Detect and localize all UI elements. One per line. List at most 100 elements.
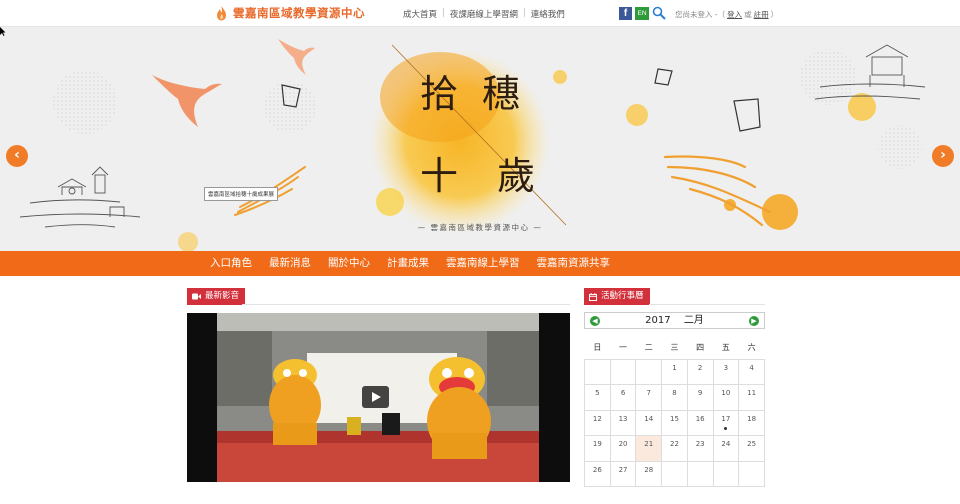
- top-nav-home[interactable]: 成大首頁: [398, 8, 442, 20]
- calendar-day-cell[interactable]: 26: [584, 460, 611, 487]
- main-nav-results[interactable]: 計畫成果: [378, 251, 437, 276]
- calendar-day-number: 21: [644, 440, 654, 448]
- section-divider: [242, 304, 570, 305]
- calendar-day-number: 9: [697, 389, 703, 397]
- calendar-weekday-header: 六: [738, 337, 765, 360]
- banner-next-button[interactable]: ›: [932, 145, 954, 167]
- calendar-section-title: 活動行事曆: [601, 291, 644, 301]
- calendar-weekday-header: 三: [661, 337, 688, 360]
- calendar-week-row: 1 2 3 4: [584, 358, 765, 385]
- calendar-day-cell[interactable]: 10: [712, 384, 740, 411]
- calendar-empty-cell: [738, 460, 765, 487]
- calendar-empty-cell: [609, 358, 637, 385]
- calendar-day-cell[interactable]: 1: [661, 358, 688, 385]
- calendar-next-month-icon[interactable]: ▶: [749, 316, 759, 326]
- main-nav-about[interactable]: 關於中心: [319, 251, 378, 276]
- watercolor-dot: [626, 104, 648, 126]
- calendar-weekday-header: 一: [610, 337, 636, 360]
- calendar-day-cell[interactable]: 20: [609, 435, 637, 462]
- top-nav-learning[interactable]: 夜課磨線上學習網: [445, 8, 523, 20]
- calendar-day-number: 12: [592, 414, 602, 423]
- watercolor-dot: [848, 93, 876, 121]
- calendar-day-cell[interactable]: 24: [712, 435, 740, 462]
- watercolor-dot: [553, 70, 567, 84]
- calendar-day-number: 3: [723, 363, 729, 372]
- banner-prev-button[interactable]: ‹: [6, 145, 28, 167]
- calendar-day-number: 23: [695, 440, 705, 448]
- banner-title-char: 歲: [497, 154, 535, 198]
- calendar-day-number: 22: [670, 440, 679, 448]
- calendar-day-number: 14: [644, 414, 654, 423]
- search-icon[interactable]: [652, 6, 666, 20]
- event-calendar: ◀ 2017 二月 ▶ 日一二三四五六 1 2 3 4 5 6 7 8 9 10 11 12 13 14 1…: [584, 312, 765, 487]
- banner-title-char: 穗: [482, 72, 520, 116]
- calendar-day-number: 13: [618, 414, 628, 423]
- calendar-day-number: 11: [747, 389, 757, 397]
- social-links: f EN: [619, 6, 666, 20]
- calendar-day-cell[interactable]: 16: [686, 409, 714, 436]
- calendar-empty-cell: [661, 460, 688, 487]
- main-nav-online-learning[interactable]: 雲嘉南線上學習: [437, 251, 528, 276]
- calendar-day-cell[interactable]: 22: [661, 435, 688, 462]
- calendar-section-header: 活動行事曆: [584, 288, 765, 305]
- calendar-day-cell[interactable]: 9: [686, 384, 714, 411]
- calendar-day-cell[interactable]: 11: [738, 384, 765, 411]
- calendar-day-cell[interactable]: 2: [686, 358, 714, 385]
- calendar-day-cell[interactable]: 3: [712, 358, 740, 385]
- calendar-year: 2017: [645, 315, 671, 326]
- calendar-day-cell[interactable]: 14: [635, 409, 663, 436]
- login-link[interactable]: 登入: [727, 9, 742, 20]
- video-section-header: 最新影音: [187, 288, 570, 305]
- section-divider: [649, 304, 765, 305]
- hero-banner[interactable]: 拾 穗 十 歲 — 雲嘉南區域教學資源中心 — ‹ › 雲嘉南區域拾穗十歲成果展: [0, 27, 960, 251]
- top-header: 雲嘉南區域教學資源中心 成大首頁 | 夜課磨線上學習網 | 連絡我們 f EN …: [0, 0, 960, 27]
- register-link[interactable]: 註冊: [754, 9, 769, 20]
- calendar-day-number: 16: [695, 414, 705, 423]
- banner-subtitle: — 雲嘉南區域教學資源中心 —: [418, 222, 543, 232]
- main-nav-news[interactable]: 最新消息: [260, 251, 319, 276]
- calendar-day-cell[interactable]: 13: [609, 409, 637, 436]
- calendar-empty-cell: [686, 460, 714, 487]
- calendar-day-cell[interactable]: 17: [712, 409, 740, 436]
- calendar-empty-cell: [712, 460, 740, 487]
- login-or: 或: [744, 10, 752, 19]
- calendar-day-cell[interactable]: 23: [686, 435, 714, 462]
- play-button-icon[interactable]: [362, 386, 389, 408]
- calendar-day-number: 7: [646, 389, 651, 397]
- calendar-day-cell[interactable]: 19: [584, 435, 611, 462]
- main-nav-resource-sharing[interactable]: 雲嘉南資源共享: [528, 251, 619, 276]
- facebook-icon[interactable]: f: [619, 6, 632, 20]
- calendar-day-cell[interactable]: 6: [609, 384, 637, 411]
- calendar-day-cell[interactable]: 12: [584, 409, 611, 436]
- calendar-section-tag: 活動行事曆: [584, 288, 650, 305]
- calendar-day-number: 5: [595, 389, 600, 397]
- calendar-weekday-header: 二: [635, 337, 662, 360]
- video-section-tag: 最新影音: [187, 288, 246, 305]
- calendar-day-cell[interactable]: 15: [661, 409, 688, 436]
- calendar-day-cell[interactable]: 4: [738, 358, 765, 385]
- site-logo[interactable]: 雲嘉南區域教學資源中心: [216, 5, 365, 21]
- lion-dance-figure: [269, 359, 321, 445]
- calendar-day-number: 20: [618, 440, 628, 448]
- calendar-day-cell[interactable]: 28: [635, 460, 663, 487]
- watercolor-dot: [762, 194, 798, 230]
- calendar-day-number: 17: [721, 414, 731, 423]
- video-camera-icon: [192, 293, 201, 300]
- calendar-prev-month-icon[interactable]: ◀: [590, 316, 600, 326]
- calendar-weekday-header: 四: [687, 337, 714, 360]
- calendar-day-cell[interactable]: 8: [661, 384, 688, 411]
- calendar-day-cell[interactable]: 18: [738, 409, 765, 436]
- main-nav-roles[interactable]: 入口角色: [201, 251, 260, 276]
- calendar-day-cell[interactable]: 25: [738, 435, 765, 462]
- login-prefix: 您尚未登入 -（: [675, 10, 726, 19]
- calendar-day-cell[interactable]: 27: [609, 460, 637, 487]
- calendar-day-cell[interactable]: 5: [584, 384, 611, 411]
- calendar-day-cell[interactable]: 21: [635, 435, 663, 462]
- calendar-day-cell[interactable]: 7: [635, 384, 663, 411]
- calendar-weekday-header: 日: [584, 337, 611, 360]
- calendar-weekday-header: 五: [713, 337, 739, 360]
- top-nav-contact[interactable]: 連絡我們: [526, 8, 570, 20]
- english-language-icon[interactable]: EN: [635, 6, 649, 20]
- login-suffix: ）: [770, 10, 779, 19]
- video-player[interactable]: [187, 313, 570, 482]
